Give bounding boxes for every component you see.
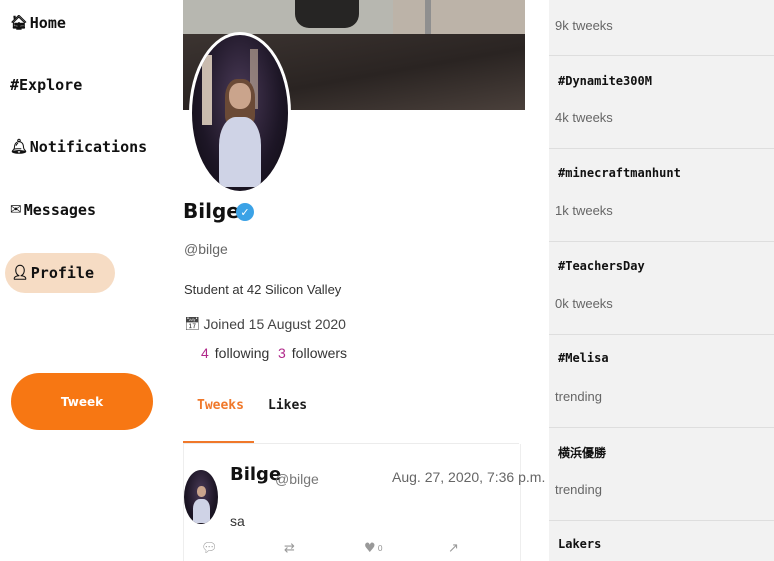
tab-likes[interactable]: Likes: [268, 398, 307, 413]
profile-name: Bilge: [183, 199, 240, 223]
followers-count: 3: [278, 345, 286, 361]
tweet-avatar[interactable]: [184, 470, 218, 524]
trend-count: 0k tweeks: [555, 296, 613, 311]
trend-count: trending: [555, 389, 602, 404]
tweet-card[interactable]: Bilge @bilge Aug. 27, 2020, 7:36 p.m. sa…: [183, 444, 545, 561]
calendar-icon: 📅︎: [184, 316, 201, 332]
verified-badge-icon: ✓: [236, 203, 254, 221]
profile-bio: Student at 42 Silicon Valley: [184, 282, 342, 297]
nav-item-profile[interactable]: 👤︎ Profile: [5, 253, 115, 293]
like-button[interactable]: ♥ 0: [364, 541, 383, 556]
trend-tag: #minecraftmanhunt: [558, 166, 681, 180]
trend-count: 4k tweeks: [555, 110, 613, 125]
followers-link[interactable]: 3 followers: [278, 345, 347, 361]
profile-handle: @bilge: [184, 241, 228, 257]
heart-icon: ♥: [364, 541, 376, 556]
following-count: 4: [201, 345, 209, 361]
followers-label: followers: [291, 345, 348, 361]
trend-item[interactable]: 9k tweeks: [549, 0, 774, 56]
bell-icon: 🔔︎: [10, 139, 28, 155]
trend-count: 9k tweeks: [555, 18, 613, 33]
like-count: 0: [377, 544, 383, 553]
share-icon[interactable]: ↗: [448, 541, 459, 556]
envelope-icon: ✉: [10, 202, 22, 218]
hashtag-icon: #: [10, 76, 20, 94]
nav-item-messages[interactable]: ✉ Messages: [10, 190, 96, 230]
trend-tag: #TeachersDay: [558, 259, 645, 273]
trend-item[interactable]: #minecraftmanhunt 1k tweeks: [549, 149, 774, 242]
trend-count: trending: [555, 482, 602, 497]
profile-joined: 📅︎ Joined 15 August 2020: [184, 316, 346, 332]
tweet-author-handle: @bilge: [275, 471, 319, 487]
nav-label-notifications: Notifications: [29, 138, 148, 156]
trend-count: 1k tweeks: [555, 203, 613, 218]
nav-item-explore[interactable]: # Explore: [10, 65, 82, 105]
trend-tag: Lakers: [558, 537, 602, 551]
trend-item[interactable]: #TeachersDay 0k tweeks: [549, 242, 774, 335]
following-label: following: [214, 345, 270, 361]
trend-item[interactable]: #Dynamite300M 4k tweeks: [549, 56, 774, 149]
reply-icon[interactable]: 💬︎: [201, 541, 218, 556]
nav-label-messages: Messages: [23, 201, 96, 219]
trend-tag: 横浜優勝: [558, 446, 607, 460]
tweek-button[interactable]: Tweek: [11, 373, 153, 430]
trend-item[interactable]: 横浜優勝 trending: [549, 428, 774, 521]
home-icon: 🏠︎: [10, 15, 28, 31]
trend-tag: #Melisa: [558, 351, 609, 365]
nav-item-notifications[interactable]: 🔔︎ Notifications: [10, 127, 147, 167]
sidebar-nav: 🏠︎ Home # Explore 🔔︎ Notifications ✉ Mes…: [0, 0, 170, 561]
tab-tweeks[interactable]: Tweeks: [197, 398, 244, 413]
nav-label-profile: Profile: [30, 264, 94, 282]
trends-panel: 9k tweeks #Dynamite300M 4k tweeks #minec…: [549, 0, 774, 561]
following-link[interactable]: 4 following: [201, 345, 269, 361]
joined-text: Joined 15 August 2020: [203, 316, 346, 332]
trend-tag: #Dynamite300M: [558, 74, 652, 88]
nav-label-explore: Explore: [19, 76, 83, 94]
nav-item-home[interactable]: 🏠︎ Home: [10, 3, 66, 43]
tweet-text: sa: [230, 513, 245, 529]
profile-avatar[interactable]: [189, 32, 291, 194]
tweet-author-name[interactable]: Bilge: [230, 464, 281, 485]
nav-label-home: Home: [29, 14, 66, 32]
tweet-timestamp: Aug. 27, 2020, 7:36 p.m.: [392, 469, 546, 485]
user-icon: 👤︎: [11, 265, 29, 281]
retweet-icon[interactable]: ⇄: [284, 541, 295, 556]
trend-item[interactable]: #Melisa trending: [549, 335, 774, 428]
trend-item[interactable]: Lakers: [549, 521, 774, 561]
